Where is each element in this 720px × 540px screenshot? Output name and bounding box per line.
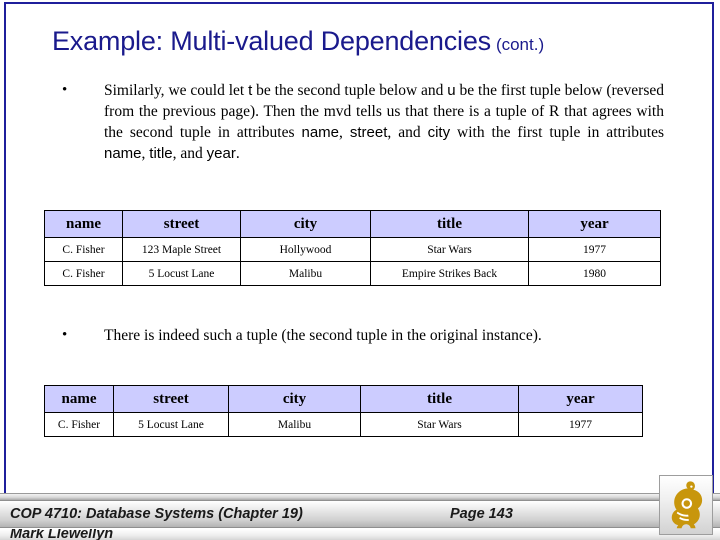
body-text-run: be the second tuple below and <box>252 82 448 99</box>
page-title-main: Example: Multi-valued Dependencies <box>52 26 491 56</box>
cell-street: 5 Locust Lane <box>113 412 229 437</box>
table-row: C. Fisher 123 Maple Street Hollywood Sta… <box>44 237 661 262</box>
footer-bar-inner: COP 4710: Database Systems (Chapter 19) … <box>0 501 720 527</box>
cell-street: 123 Maple Street <box>122 237 241 262</box>
cell-title: Star Wars <box>370 237 529 262</box>
body-text-run: with the first tuple in attributes <box>450 124 664 141</box>
bullet-marker: • <box>62 327 68 343</box>
table-row: C. Fisher 5 Locust Lane Malibu Empire St… <box>44 261 661 286</box>
column-header-year: year <box>518 385 643 413</box>
footer-author-label: Mark Llewellyn <box>10 529 114 540</box>
relation-table-1: name street city title year C. Fisher 12… <box>44 210 661 286</box>
column-header-year: year <box>528 210 661 238</box>
cell-street: 5 Locust Lane <box>122 261 241 286</box>
bullet-text-1: Similarly, we could let t be the second … <box>104 80 664 164</box>
footer-author-band: Mark Llewellyn <box>0 529 720 540</box>
body-text-run: . <box>235 145 240 162</box>
cell-city: Hollywood <box>240 237 371 262</box>
body-text-run: There is indeed such a tuple (the second… <box>104 327 542 344</box>
slide: Example: Multi-valued Dependencies (cont.… <box>0 0 720 540</box>
body-text-run: , and <box>172 145 207 162</box>
body-text-run: , <box>339 124 350 141</box>
footer-top-strip <box>0 493 720 500</box>
column-header-city: city <box>240 210 371 238</box>
ucf-pegasus-logo-icon <box>660 476 712 534</box>
footer-course-label: COP 4710: Database Systems (Chapter 19) <box>10 506 303 522</box>
footer-bar: COP 4710: Database Systems (Chapter 19) … <box>0 500 720 528</box>
cell-city: Malibu <box>240 261 371 286</box>
cell-name: C. Fisher <box>44 412 114 437</box>
cell-name: C. Fisher <box>44 237 123 262</box>
column-header-street: street <box>122 210 241 238</box>
cell-name: C. Fisher <box>44 261 123 286</box>
table-header-row: name street city title year <box>44 210 661 238</box>
attribute-name: name <box>104 145 142 162</box>
table-row: C. Fisher 5 Locust Lane Malibu Star Wars… <box>44 412 643 437</box>
attribute-name: year <box>206 145 236 162</box>
cell-year: 1977 <box>518 412 643 437</box>
attribute-name: name <box>301 124 340 141</box>
attribute-name: street <box>349 124 388 141</box>
table-header-row: name street city title year <box>44 385 643 413</box>
body-text-run: , and <box>387 124 428 141</box>
cell-city: Malibu <box>228 412 361 437</box>
column-header-title: title <box>360 385 519 413</box>
page-title-continuation: (cont.) <box>495 35 545 54</box>
column-header-name: name <box>44 210 123 238</box>
page-title: Example: Multi-valued Dependencies (cont.… <box>52 26 692 62</box>
column-header-name: name <box>44 385 114 413</box>
cell-title: Star Wars <box>360 412 519 437</box>
footer-page-number: Page 143 <box>450 506 513 522</box>
bullet-marker: • <box>62 82 68 98</box>
logo-container <box>659 475 713 535</box>
body-text-run: Similarly, we could let <box>104 82 249 99</box>
bullet-text-2: There is indeed such a tuple (the second… <box>104 325 664 346</box>
bullet-paragraph-1: • Similarly, we could let t be the secon… <box>52 80 664 164</box>
bullet-paragraph-2: • There is indeed such a tuple (the seco… <box>52 325 664 346</box>
relation-table-2: name street city title year C. Fisher 5 … <box>44 385 643 437</box>
attribute-name: title <box>149 145 173 162</box>
attribute-name: u <box>447 82 456 99</box>
cell-title: Empire Strikes Back <box>370 261 529 286</box>
column-header-city: city <box>228 385 361 413</box>
cell-year: 1980 <box>528 261 661 286</box>
column-header-street: street <box>113 385 229 413</box>
cell-year: 1977 <box>528 237 661 262</box>
attribute-name: city <box>427 124 451 141</box>
column-header-title: title <box>370 210 529 238</box>
